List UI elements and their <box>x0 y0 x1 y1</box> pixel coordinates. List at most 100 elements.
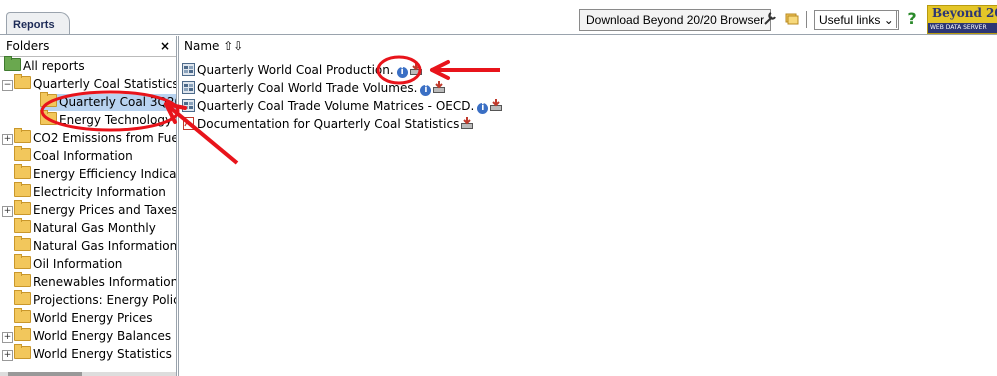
tree-item-co2-emissions[interactable]: + CO2 Emissions from Fuel Combustion <box>0 128 176 147</box>
beyond2020-logo[interactable]: Beyond 20/20 WEB DATA SERVER <box>927 5 997 34</box>
tree-item-energy-prices-taxes[interactable]: + Energy Prices and Taxes <box>0 200 177 219</box>
folder-icon <box>14 326 31 341</box>
column-header-label: Name <box>184 39 220 53</box>
tree-item-world-energy-balances[interactable]: + World Energy Balances <box>0 326 172 345</box>
tree-item-label: Energy Prices and Taxes <box>33 203 177 217</box>
report-row-world-coal-production[interactable]: Quarterly World Coal Production. i <box>182 61 423 79</box>
help-icon[interactable]: ? <box>903 10 921 28</box>
tree-item-label: Energy Technology RD&D <box>59 113 176 127</box>
tree-item-projections[interactable]: Projections: Energy Policies <box>14 290 176 309</box>
report-link[interactable]: Quarterly World Coal Production. <box>197 63 394 77</box>
download-browser-button[interactable]: Download Beyond 20/20 Browser <box>579 9 772 31</box>
tree-item-electricity-information[interactable]: Electricity Information <box>14 182 166 201</box>
report-icon <box>182 63 195 76</box>
folder-icon <box>14 218 31 233</box>
tree-item-label: Oil Information <box>33 257 123 271</box>
folders-header: Folders × <box>0 36 176 57</box>
pdf-icon <box>183 117 194 130</box>
folders-title: Folders <box>6 39 50 53</box>
info-icon[interactable]: i <box>396 67 408 78</box>
horizontal-scrollbar[interactable] <box>0 372 176 376</box>
report-icon <box>182 99 195 112</box>
tree-item-oil-information[interactable]: Oil Information <box>14 254 123 273</box>
tree-item-world-energy-prices[interactable]: World Energy Prices <box>14 308 153 327</box>
download-icon[interactable] <box>409 63 423 75</box>
report-icon <box>182 81 195 94</box>
tree-item-label: World Energy Prices <box>33 311 153 325</box>
top-toolbar: Reports Download Beyond 20/20 Browser Us… <box>0 0 997 36</box>
sort-arrows-icon[interactable]: ⇧⇩ <box>223 39 243 53</box>
folders-icon[interactable] <box>783 10 801 28</box>
download-icon[interactable] <box>432 81 446 93</box>
tree-item-quarterly-coal-statistics[interactable]: − Quarterly Coal Statistics <box>0 74 177 93</box>
scrollbar-thumb[interactable] <box>8 372 82 376</box>
useful-links-dropdown[interactable]: Useful links ⌄ <box>814 10 899 30</box>
collapse-icon[interactable]: − <box>2 80 13 91</box>
expand-icon[interactable]: + <box>2 332 13 343</box>
report-row-coal-world-trade-volumes[interactable]: Quarterly Coal World Trade Volumes. i <box>182 79 446 97</box>
folder-icon <box>14 308 31 323</box>
expand-icon[interactable]: + <box>2 206 13 217</box>
logo-subtitle: WEB DATA SERVER <box>928 23 997 33</box>
tree-item-label: Projections: Energy Policies <box>33 293 176 307</box>
info-icon[interactable]: i <box>477 103 489 114</box>
tree-item-energy-technology-rdd[interactable]: Energy Technology RD&D <box>40 110 176 129</box>
tree-item-renewables-information[interactable]: Renewables Information <box>14 272 177 291</box>
folder-icon <box>14 164 31 179</box>
report-row-coal-trade-volume-matrices[interactable]: Quarterly Coal Trade Volume Matrices - O… <box>182 97 503 115</box>
reports-pane: Name ⇧⇩ Quarterly World Coal Production.… <box>180 36 997 376</box>
chevron-down-icon: ⌄ <box>883 13 894 27</box>
tab-underline <box>0 34 997 35</box>
folder-icon <box>14 254 31 269</box>
folder-icon <box>4 56 21 71</box>
wrench-icon[interactable] <box>761 10 779 28</box>
tree-item-natural-gas-monthly[interactable]: Natural Gas Monthly <box>14 218 156 237</box>
download-icon[interactable] <box>460 117 474 129</box>
tree-item-label: Renewables Information <box>33 275 177 289</box>
name-column-header[interactable]: Name ⇧⇩ <box>184 36 243 56</box>
logo-title: Beyond 20/20 <box>932 6 997 20</box>
tree-item-label: Coal Information <box>33 149 133 163</box>
expand-icon[interactable]: + <box>2 134 13 145</box>
folder-icon <box>14 182 31 197</box>
close-icon[interactable]: × <box>160 36 170 56</box>
folder-icon <box>40 110 57 125</box>
tree-item-label: Electricity Information <box>33 185 166 199</box>
folder-icon <box>14 74 31 89</box>
tree-item-natural-gas-information[interactable]: Natural Gas Information <box>14 236 177 255</box>
tree-item-label: All reports <box>23 59 85 73</box>
tree-item-label: World Energy Statistics <box>33 347 172 361</box>
tree-item-label: CO2 Emissions from Fuel Combustion <box>33 131 176 145</box>
tab-reports[interactable]: Reports <box>6 12 70 35</box>
tree-item-quarterly-coal-3q2021[interactable]: Quarterly Coal 3Q2021 <box>40 92 176 111</box>
folder-icon <box>14 236 31 251</box>
tree-item-coal-information[interactable]: Coal Information <box>14 146 133 165</box>
tree-item-label: Natural Gas Monthly <box>33 221 156 235</box>
folders-pane: Folders × All reports − Quarterly Coal S… <box>0 36 177 376</box>
download-icon[interactable] <box>489 99 503 111</box>
tree-item-label: Quarterly Coal 3Q2021 <box>59 95 176 109</box>
report-link[interactable]: Quarterly Coal World Trade Volumes. <box>197 81 417 95</box>
toolbar-separator <box>896 11 897 28</box>
pane-splitter[interactable] <box>178 36 179 376</box>
expand-icon[interactable]: + <box>2 350 13 361</box>
tree-item-world-energy-statistics[interactable]: + World Energy Statistics <box>0 344 172 363</box>
folder-open-icon <box>40 92 57 107</box>
report-link[interactable]: Quarterly Coal Trade Volume Matrices - O… <box>197 99 474 113</box>
info-icon[interactable]: i <box>420 85 432 96</box>
tree-item-label: Energy Efficiency Indicators <box>33 167 177 181</box>
tree-item-label: World Energy Balances <box>33 329 172 343</box>
folder-icon <box>14 272 31 287</box>
tree-item-label: Quarterly Coal Statistics <box>33 77 177 91</box>
folder-icon <box>14 128 31 143</box>
tree-item-all-reports[interactable]: All reports <box>4 56 85 75</box>
folder-icon <box>14 344 31 359</box>
folder-icon <box>14 290 31 305</box>
report-row-documentation[interactable]: Documentation for Quarterly Coal Statist… <box>182 115 474 133</box>
report-link[interactable]: Documentation for Quarterly Coal Statist… <box>197 117 459 131</box>
tree-item-energy-efficiency[interactable]: Energy Efficiency Indicators <box>14 164 177 183</box>
folder-icon <box>14 200 31 215</box>
tree-item-label: Natural Gas Information <box>33 239 177 253</box>
folder-icon <box>14 146 31 161</box>
toolbar-separator <box>806 11 807 28</box>
